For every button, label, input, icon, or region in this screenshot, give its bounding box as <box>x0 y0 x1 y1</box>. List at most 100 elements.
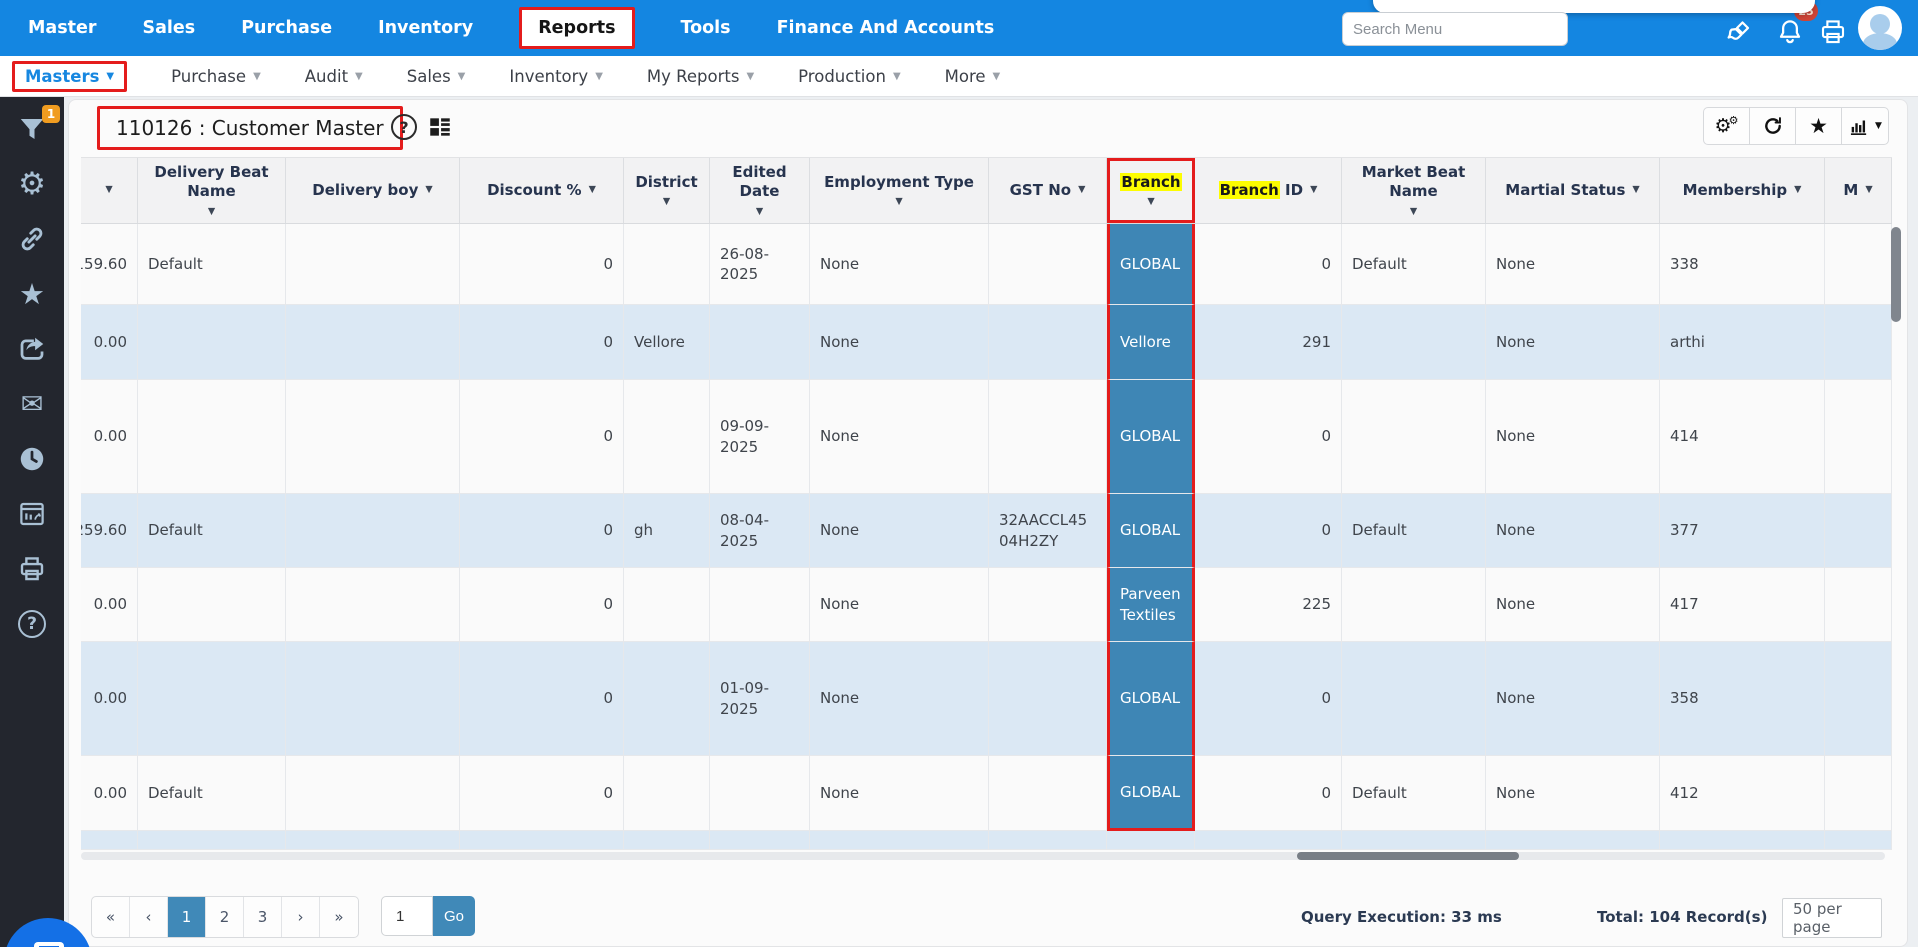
topnav-item-sales[interactable]: Sales <box>143 18 196 38</box>
sidebar-settings-icon[interactable]: ⚙ <box>12 164 52 204</box>
page-button-prev[interactable]: ‹ <box>130 897 168 937</box>
topnav-item-reports[interactable]: Reports <box>519 7 634 49</box>
column-header-gst-no[interactable]: GST No▼ <box>989 158 1107 223</box>
cell-gst-no <box>989 568 1107 642</box>
cell-empty <box>1195 831 1342 850</box>
sidebar-mail-icon[interactable]: ✉ <box>12 384 52 424</box>
sidebar-report-window-icon[interactable] <box>12 494 52 534</box>
page-button-last[interactable]: » <box>320 897 358 937</box>
sidebar-share-icon[interactable] <box>12 329 52 369</box>
table-row[interactable]: 0.00001-09-2025NoneGLOBAL0None358 <box>81 642 1892 756</box>
subnav-item-purchase[interactable]: Purchase▼ <box>171 67 261 86</box>
topnav-item-master[interactable]: Master <box>28 18 97 38</box>
column-header-blank[interactable]: ▼ <box>81 158 138 223</box>
search-input[interactable] <box>1342 12 1568 46</box>
cell-branch: GLOBAL <box>1107 642 1195 756</box>
refresh-button[interactable] <box>1750 108 1796 144</box>
vertical-scrollbar-thumb[interactable] <box>1891 227 1901 322</box>
subnav-item-my-reports[interactable]: My Reports▼ <box>647 67 754 86</box>
sidebar-print-icon[interactable] <box>12 549 52 589</box>
page-button-first[interactable]: « <box>92 897 130 937</box>
page-button-3[interactable]: 3 <box>244 897 282 937</box>
column-header-membership[interactable]: Membership▼ <box>1660 158 1825 223</box>
page-button-1[interactable]: 1 <box>168 897 206 937</box>
notifications-bell-icon[interactable] <box>1775 17 1805 47</box>
sidebar-history-icon[interactable] <box>12 439 52 479</box>
goto-page-input[interactable] <box>381 896 433 936</box>
subnav-item-audit[interactable]: Audit▼ <box>305 67 363 86</box>
cell-branch: Parveen Textiles <box>1107 568 1195 642</box>
cell-branch-id: 291 <box>1195 305 1342 380</box>
table-row[interactable]: 159.60Default026-08-2025NoneGLOBAL0Defau… <box>81 224 1892 305</box>
column-header-edited-date[interactable]: Edited Date▼ <box>710 158 810 223</box>
topnav-item-inventory[interactable]: Inventory <box>378 18 473 38</box>
column-header-branch[interactable]: Branch▼ <box>1107 158 1195 223</box>
page-button-next[interactable]: › <box>282 897 320 937</box>
chevron-down-icon: ▼ <box>1875 121 1882 131</box>
grid-settings-button[interactable]: ⚙⚙ <box>1704 108 1750 144</box>
chat-icon <box>34 942 64 947</box>
table-row[interactable]: 259.60Default0gh08-04-2025None32AACCL450… <box>81 494 1892 568</box>
subnav-item-masters[interactable]: Masters▼ <box>12 61 127 92</box>
subnav-item-sales[interactable]: Sales▼ <box>407 67 466 86</box>
filter-count-badge: 1 <box>42 105 60 123</box>
report-panel: 110126 : Customer Master ? ⚙⚙ ★ ▼ ▼Deliv… <box>68 99 1908 947</box>
subnav-item-more[interactable]: More▼ <box>945 67 1001 86</box>
column-header-martial-status[interactable]: Martial Status▼ <box>1486 158 1660 223</box>
per-page-select[interactable]: 50 per page <box>1782 898 1882 938</box>
table-row[interactable]: 0.000VelloreNoneVellore291Nonearthi <box>81 305 1892 380</box>
help-icon[interactable]: ? <box>391 114 417 140</box>
sidebar-favorites-icon[interactable]: ★ <box>12 274 52 314</box>
sidebar-help-icon[interactable]: ? <box>12 604 52 644</box>
sidebar-filter-icon[interactable]: 1 <box>12 109 52 149</box>
horizontal-scrollbar[interactable] <box>81 852 1885 860</box>
cell-employment-type: None <box>810 380 989 494</box>
print-icon[interactable] <box>1818 17 1848 47</box>
sidebar-link-icon[interactable] <box>12 219 52 259</box>
column-header-branch-id[interactable]: Branch ID▼ <box>1195 158 1342 223</box>
cell-empty <box>1825 831 1892 850</box>
column-header-delivery-boy[interactable]: Delivery boy▼ <box>286 158 460 223</box>
page-button-2[interactable]: 2 <box>206 897 244 937</box>
cell-branch: Vellore <box>1107 305 1195 380</box>
chart-view-button[interactable]: ▼ <box>1842 108 1888 144</box>
column-header-district[interactable]: District▼ <box>624 158 710 223</box>
table-row[interactable]: 0.00009-09-2025NoneGLOBAL0None414 <box>81 380 1892 494</box>
column-header-discount[interactable]: Discount %▼ <box>460 158 624 223</box>
cell-employment-type: None <box>810 568 989 642</box>
topnav-item-purchase[interactable]: Purchase <box>241 18 332 38</box>
horizontal-scrollbar-thumb[interactable] <box>1297 852 1519 860</box>
vertical-scrollbar[interactable] <box>1891 225 1901 850</box>
topnav-item-finance-and-accounts[interactable]: Finance And Accounts <box>777 18 995 38</box>
column-header-delivery-beat-name[interactable]: Delivery Beat Name▼ <box>138 158 286 223</box>
cell-empty <box>989 831 1107 850</box>
card-view-icon[interactable] <box>427 114 453 140</box>
cell-branch-id: 0 <box>1195 494 1342 568</box>
sort-caret-icon: ▼ <box>1865 184 1872 196</box>
table-row[interactable]: 0.00Default0NoneGLOBAL0DefaultNone412 <box>81 756 1892 831</box>
topnav-item-tools[interactable]: Tools <box>681 18 731 38</box>
cell-blank: 0.00 <box>81 305 138 380</box>
cell-martial-status: None <box>1486 642 1660 756</box>
cell-delivery-beat-name: Default <box>138 756 286 831</box>
cell-empty <box>1107 831 1195 850</box>
cell-martial-status: None <box>1486 494 1660 568</box>
cell-employment-type: None <box>810 305 989 380</box>
table-row[interactable]: 0.000NoneParveen Textiles225None417 <box>81 568 1892 642</box>
column-header-employment-type[interactable]: Employment Type▼ <box>810 158 989 223</box>
cell-delivery-beat-name <box>138 642 286 756</box>
subnav-item-production[interactable]: Production▼ <box>798 67 901 86</box>
chevron-down-icon: ▼ <box>595 71 603 82</box>
subnav-item-inventory[interactable]: Inventory▼ <box>509 67 603 86</box>
cell-gst-no: 32AACCL4504H2ZY <box>989 494 1107 568</box>
user-avatar[interactable] <box>1858 6 1902 50</box>
theme-brush-icon[interactable] <box>1723 17 1753 47</box>
go-button[interactable]: Go <box>433 896 475 936</box>
column-header-m[interactable]: M▼ <box>1825 158 1892 223</box>
chevron-down-icon: ▼ <box>355 71 363 82</box>
column-header-market-beat-name[interactable]: Market Beat Name▼ <box>1342 158 1486 223</box>
favorite-button[interactable]: ★ <box>1796 108 1842 144</box>
cell-martial-status: None <box>1486 305 1660 380</box>
cell-membership: 412 <box>1660 756 1825 831</box>
cell-blank: 259.60 <box>81 494 138 568</box>
